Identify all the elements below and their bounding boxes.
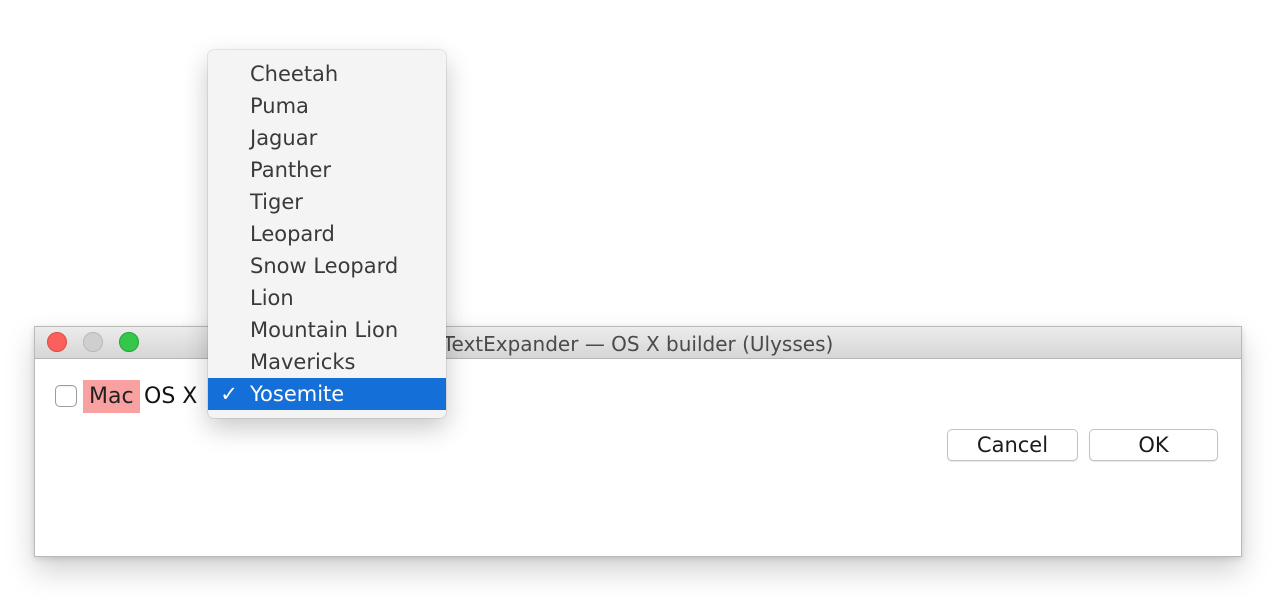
menu-item-mountain-lion[interactable]: Mountain Lion [208,314,446,346]
menu-item-label: Mavericks [250,350,356,374]
popup-menu-list: Cheetah Puma Jaguar Panther Tiger Leopar… [208,58,446,410]
menu-item-tiger[interactable]: Tiger [208,186,446,218]
menu-item-label: Panther [250,158,331,182]
menu-item-leopard[interactable]: Leopard [208,218,446,250]
menu-item-lion[interactable]: Lion [208,282,446,314]
menu-item-jaguar[interactable]: Jaguar [208,122,446,154]
ok-button[interactable]: OK [1089,429,1218,461]
token-mac: Mac [83,380,140,413]
cancel-button[interactable]: Cancel [947,429,1078,461]
menu-item-snow-leopard[interactable]: Snow Leopard [208,250,446,282]
menu-item-label: Jaguar [250,126,318,150]
popup-menu: Cheetah Puma Jaguar Panther Tiger Leopar… [208,50,446,418]
optional-checkbox[interactable] [55,385,77,407]
menu-item-label: Mountain Lion [250,318,399,342]
menu-item-label: Puma [250,94,309,118]
menu-item-label: Lion [250,286,294,310]
menu-item-label: Tiger [250,190,303,214]
token-os-x: OS X [144,384,198,409]
menu-item-puma[interactable]: Puma [208,90,446,122]
menu-item-label: Cheetah [250,62,339,86]
menu-item-panther[interactable]: Panther [208,154,446,186]
menu-item-mavericks[interactable]: Mavericks [208,346,446,378]
checkmark-icon: ✓ [220,382,238,406]
menu-item-label: Yosemite [250,382,345,406]
menu-item-label: Snow Leopard [250,254,399,278]
menu-item-label: Leopard [250,222,335,246]
menu-item-yosemite[interactable]: ✓ Yosemite [208,378,446,410]
menu-item-cheetah[interactable]: Cheetah [208,58,446,90]
